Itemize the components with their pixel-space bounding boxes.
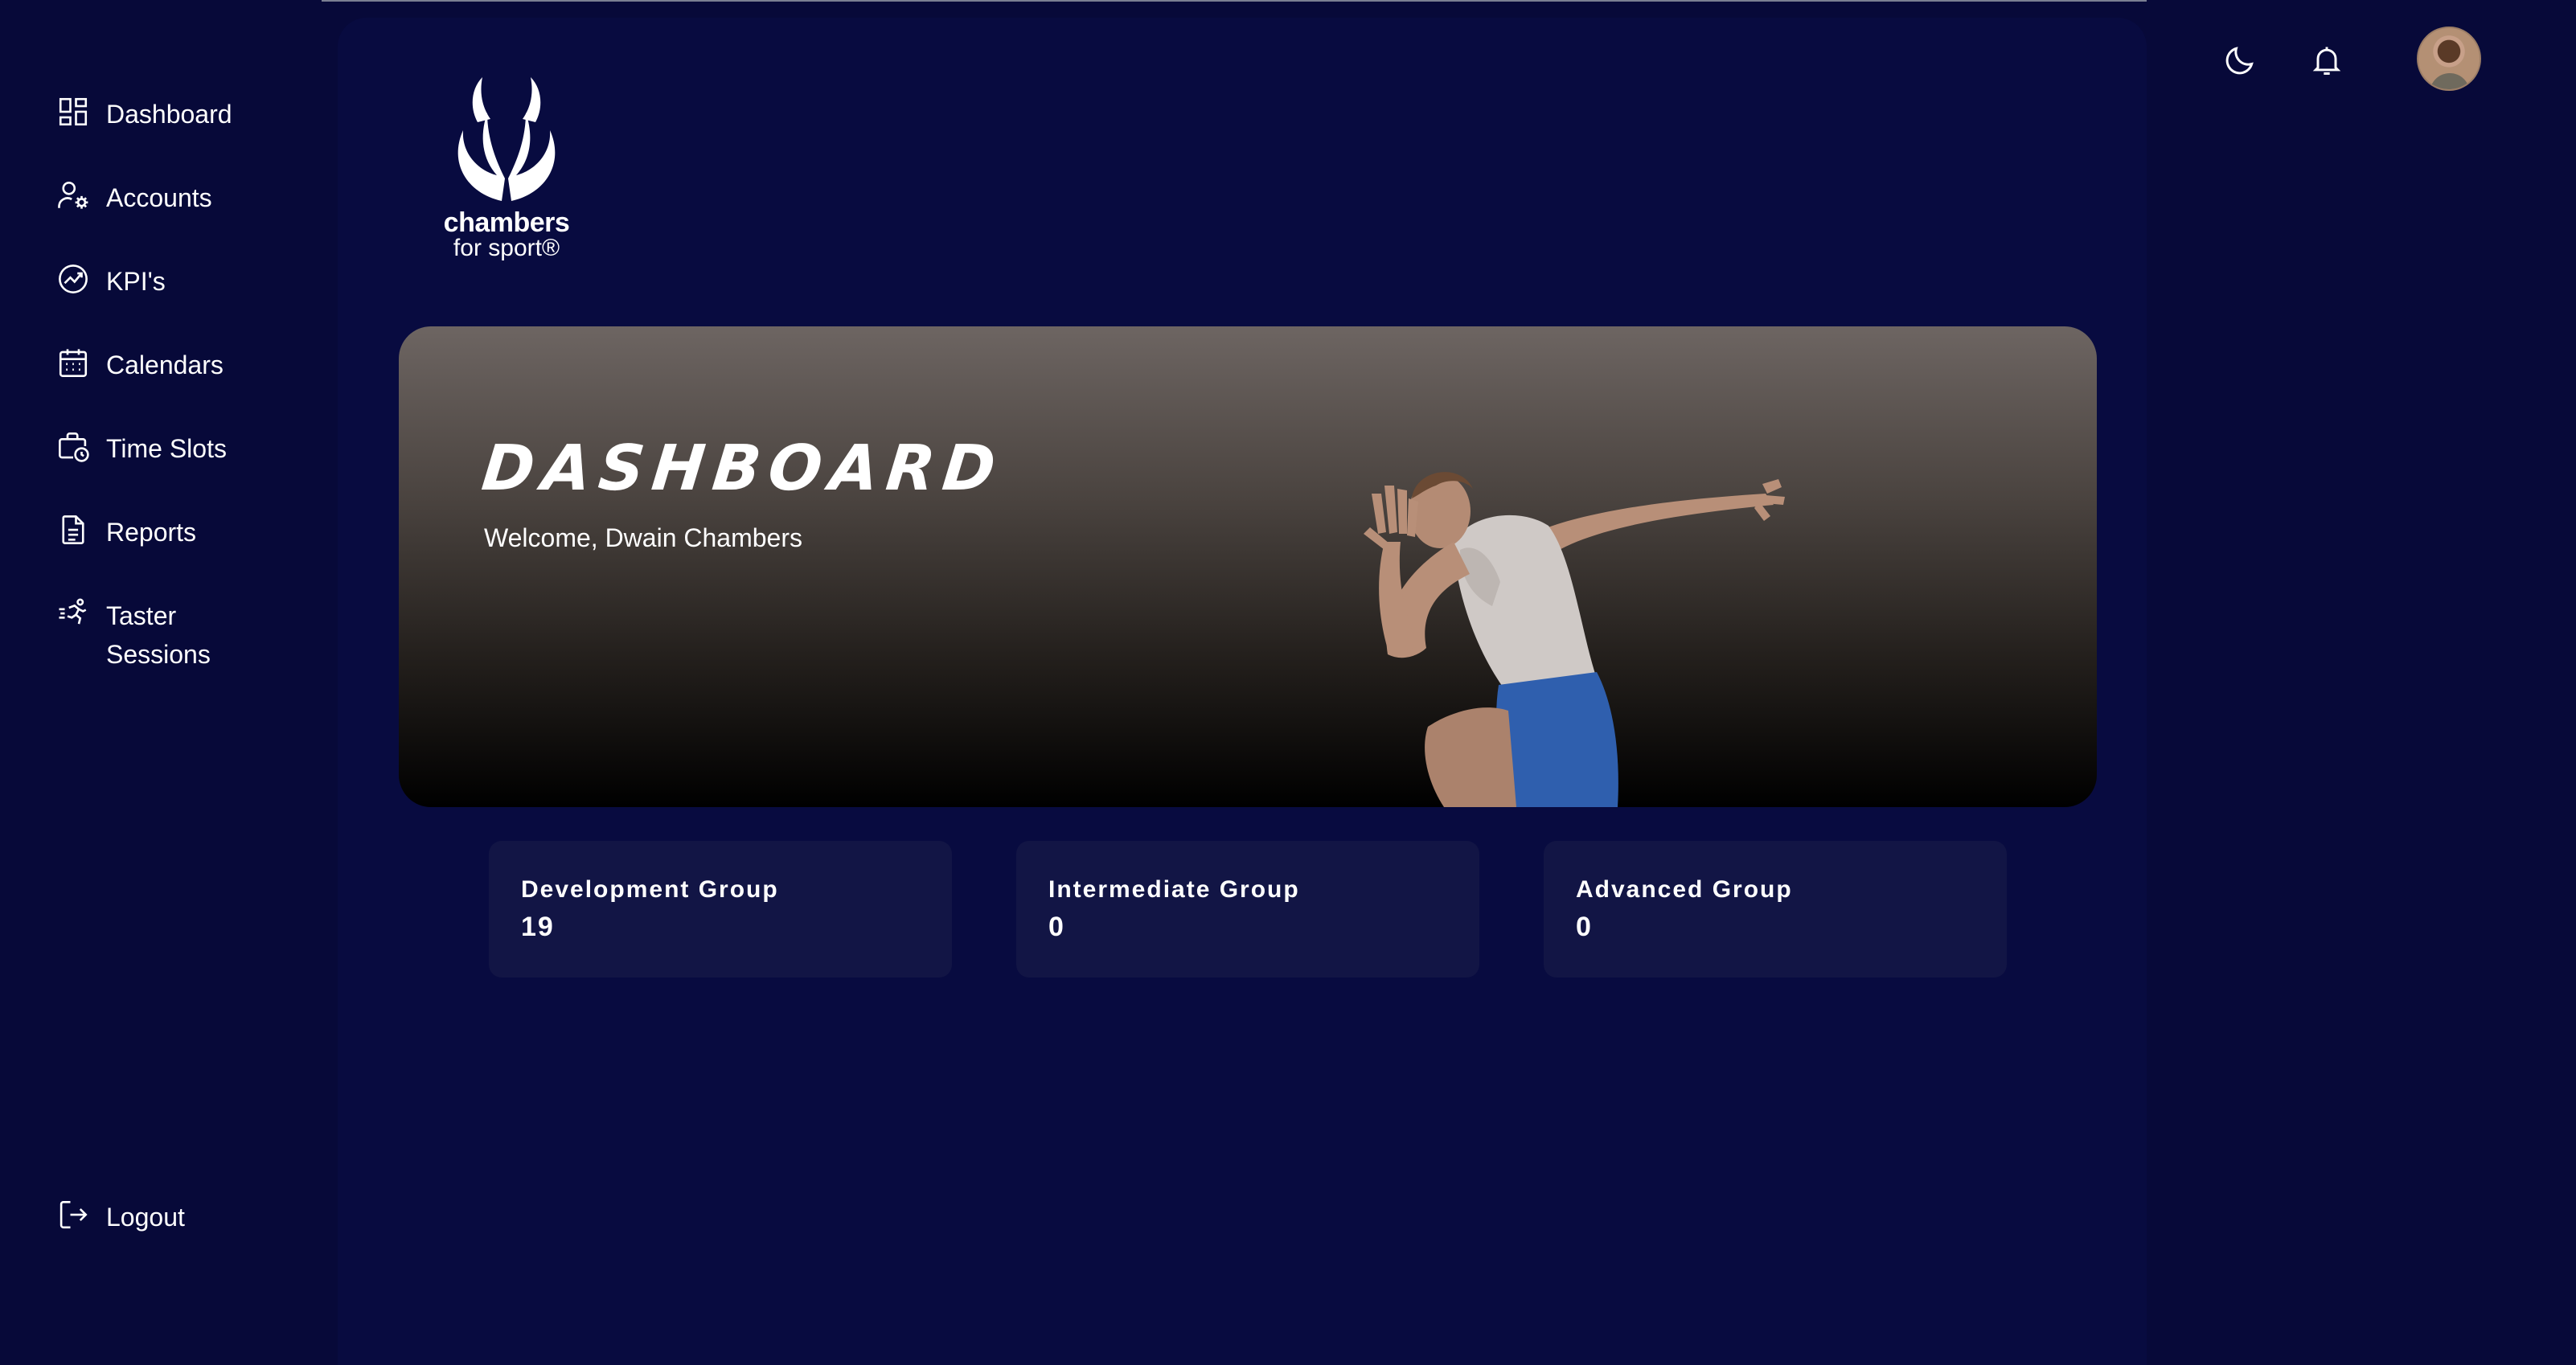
sidebar-item-label: Reports	[106, 518, 197, 547]
dashboard-grid-icon	[56, 95, 90, 129]
sidebar-item-label: Accounts	[106, 183, 212, 212]
sidebar-item-dashboard[interactable]: Dashboard	[56, 95, 267, 133]
sidebar-item-calendars[interactable]: Calendars	[56, 346, 267, 384]
sidebar-item-kpis[interactable]: KPI's	[56, 262, 267, 301]
sidebar-item-label: Dashboard	[106, 100, 232, 129]
sidebar-item-label: Time Slots	[106, 434, 227, 463]
sidebar-item-accounts[interactable]: Accounts	[56, 178, 267, 217]
briefcase-clock-icon	[56, 429, 90, 463]
brand-name: chambers	[443, 207, 570, 238]
right-rail	[2147, 0, 2576, 1365]
calendar-icon	[56, 346, 90, 379]
sidebar-item-label: Taster Sessions	[106, 601, 211, 669]
page-title: DASHBOARD	[478, 432, 1007, 505]
stat-card-value: 19	[521, 912, 555, 942]
stat-card-advanced[interactable]: Advanced Group 0	[1544, 841, 2007, 978]
logout-button[interactable]: Logout	[56, 1198, 267, 1236]
stat-card-label: Intermediate Group	[1048, 876, 1300, 903]
logout-icon	[56, 1198, 90, 1232]
stat-card-development[interactable]: Development Group 19	[489, 841, 952, 978]
sidebar-item-taster-sessions[interactable]: Taster Sessions	[56, 596, 267, 674]
user-avatar[interactable]	[2417, 27, 2481, 91]
running-person-icon	[56, 596, 90, 630]
app-root: Dashboard Accounts KPI's Calendars Time …	[0, 0, 2576, 1365]
moon-icon	[2225, 47, 2254, 75]
dashboard-banner: DASHBOARD Welcome, Dwain Chambers	[399, 326, 2097, 807]
trend-chart-icon	[56, 262, 90, 296]
brand-tagline: for sport®	[453, 235, 560, 261]
user-settings-icon	[56, 178, 90, 212]
brand-logo[interactable]: chambers for sport®	[434, 72, 579, 261]
sidebar-item-reports[interactable]: Reports	[56, 513, 267, 551]
notifications-button[interactable]	[2303, 36, 2351, 84]
stat-card-label: Advanced Group	[1576, 876, 1793, 903]
sidebar-item-label: Calendars	[106, 350, 224, 379]
sidebar-item-time-slots[interactable]: Time Slots	[56, 429, 267, 468]
avatar-figure	[2430, 73, 2470, 89]
sidebar-item-label: KPI's	[106, 267, 166, 296]
welcome-message: Welcome, Dwain Chambers	[484, 523, 802, 552]
stat-card-intermediate[interactable]: Intermediate Group 0	[1016, 841, 1479, 978]
sidebar: Dashboard Accounts KPI's Calendars Time …	[0, 0, 322, 1365]
sprinter-image	[1364, 472, 1785, 807]
stat-card-label: Development Group	[521, 876, 779, 903]
document-icon	[56, 513, 90, 547]
bell-icon	[2312, 47, 2341, 75]
logout-label: Logout	[106, 1203, 185, 1232]
theme-toggle-button[interactable]	[2216, 36, 2264, 84]
stat-card-value: 0	[1576, 912, 1593, 942]
stat-card-value: 0	[1048, 912, 1065, 942]
wings-logo-icon	[457, 77, 556, 201]
